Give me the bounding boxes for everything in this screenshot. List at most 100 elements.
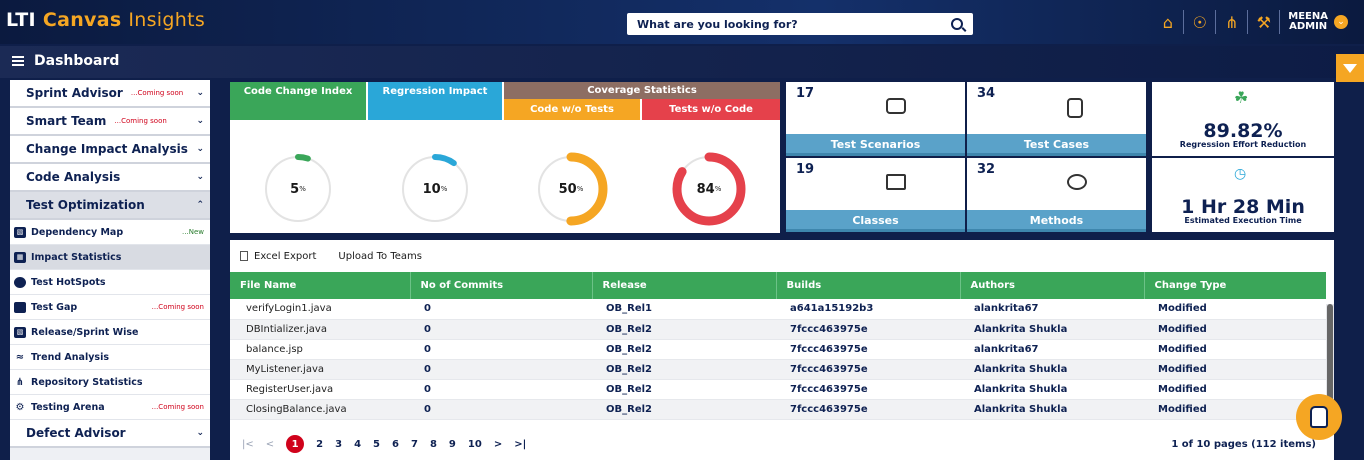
sidebar-item-label: Dependency Map <box>31 226 124 238</box>
page-button-current[interactable]: 1 <box>286 435 305 453</box>
home-icon[interactable]: ⌂ <box>1152 10 1185 34</box>
test-cases-tile[interactable]: 34 Test Cases <box>967 82 1146 156</box>
sidebar-section-change-impact-analysis[interactable]: Change Impact Analysis ⌄ <box>10 136 210 164</box>
table-row[interactable]: verifyLogin1.java 0 OB_Rel1 a641a15192b3… <box>230 299 1326 320</box>
test-scenarios-tile[interactable]: 17 Test Scenarios <box>786 82 965 156</box>
author-cell: Alankrita Shukla <box>960 359 1144 380</box>
gauge-value: 50% <box>558 181 584 197</box>
sidebar-item-impact-statistics[interactable]: ▦ Impact Statistics <box>10 245 210 270</box>
tile-count: 17 <box>796 86 815 101</box>
methods-tile[interactable]: 32 Methods <box>967 158 1146 232</box>
methods-icon <box>1067 174 1087 190</box>
sidebar-section-sprint-advisor[interactable]: Sprint Advisor ...Coming soon ⌄ <box>10 80 210 108</box>
search-input[interactable]: What are you looking for? <box>637 18 951 31</box>
search-icon[interactable] <box>951 18 963 30</box>
code-change-index-gauge[interactable]: 5% <box>243 134 353 244</box>
dashboard-icon[interactable]: ☉ <box>1184 10 1217 34</box>
scrollbar-thumb[interactable] <box>1327 304 1333 404</box>
classes-tile[interactable]: 19 Classes <box>786 158 965 232</box>
column-header[interactable]: No of Commits <box>410 272 593 299</box>
column-header[interactable]: Authors <box>960 272 1145 299</box>
column-header[interactable]: Release <box>592 272 777 299</box>
chevron-up-icon: ⌃ <box>196 200 204 210</box>
table-row[interactable]: ClosingBalance.java 0 OB_Rel2 7fccc46397… <box>230 399 1326 420</box>
upload-to-teams-button[interactable]: Upload To Teams <box>338 251 422 262</box>
page-title: Dashboard <box>34 53 120 69</box>
build-cell: 7fccc463975e <box>776 339 960 360</box>
next-page-button[interactable]: > <box>494 439 502 450</box>
page-button[interactable]: 5 <box>373 439 380 450</box>
table-row[interactable]: DBIntializer.java 0 OB_Rel2 7fccc463975e… <box>230 319 1326 340</box>
sidebar-item-label: Release/Sprint Wise <box>31 326 139 338</box>
code-wo-tests-gauge[interactable]: 50% <box>516 134 626 244</box>
hamburger-menu-icon[interactable] <box>12 56 24 66</box>
sidebar-item-label: Testing Arena <box>31 401 105 413</box>
table-row[interactable]: MyListener.java 0 OB_Rel2 7fccc463975e A… <box>230 359 1326 380</box>
filter-icon <box>1343 63 1357 73</box>
page-button[interactable]: 9 <box>449 439 456 450</box>
change-type-cell: Modified <box>1144 299 1326 320</box>
sidebar-section-defect-advisor[interactable]: Defect Advisor ⌄ <box>10 420 210 448</box>
sidebar-item-repository-statistics[interactable]: ⋔ Repository Statistics <box>10 370 210 395</box>
file-name-cell: verifyLogin1.java <box>230 299 410 320</box>
chevron-down-icon: ⌄ <box>196 144 204 154</box>
sidebar-item-release-sprint-wise[interactable]: ▧ Release/Sprint Wise <box>10 320 210 345</box>
sidebar-item-test-gap[interactable]: Test Gap ...Coming soon <box>10 295 210 320</box>
first-page-button[interactable]: |< <box>242 439 254 450</box>
release-cell: OB_Rel2 <box>592 339 776 360</box>
change-type-cell: Modified <box>1144 359 1326 380</box>
last-page-button[interactable]: >| <box>514 439 526 450</box>
tests-wo-code-gauge[interactable]: 84% <box>654 134 764 244</box>
kpi-value: 1 Hr 28 Min <box>1181 196 1305 218</box>
file-name-cell: balance.jsp <box>230 339 410 360</box>
table-header-row: File Name No of Commits Release Builds A… <box>230 272 1326 299</box>
coming-soon-tag: ...Coming soon <box>151 403 204 411</box>
repository-icon[interactable]: ⋔ <box>1216 10 1249 34</box>
execution-time-kpi: ◷ 1 Hr 28 Min Estimated Execution Time <box>1152 158 1334 232</box>
sidebar-section-test-optimization[interactable]: Test Optimization ⌃ <box>10 192 210 220</box>
sidebar-item-trend-analysis[interactable]: ≈ Trend Analysis <box>10 345 210 370</box>
tile-label: Classes <box>786 210 965 232</box>
column-header[interactable]: File Name <box>230 272 411 299</box>
sidebar-item-test-hotspots[interactable]: Test HotSpots <box>10 270 210 295</box>
commits-cell: 0 <box>410 339 592 360</box>
sidebar-section-code-analysis[interactable]: Code Analysis ⌄ <box>10 164 210 192</box>
filter-button[interactable] <box>1336 54 1364 82</box>
commits-cell: 0 <box>410 379 592 400</box>
page-button[interactable]: 8 <box>430 439 437 450</box>
page-button[interactable]: 7 <box>411 439 418 450</box>
user-role: ADMIN <box>1289 21 1328 32</box>
user-menu[interactable]: MEENA ADMIN <box>1288 12 1328 32</box>
change-type-cell: Modified <box>1144 379 1326 400</box>
page-button[interactable]: 4 <box>354 439 361 450</box>
chatbot-button[interactable] <box>1296 394 1342 440</box>
chevron-down-icon[interactable]: ⌄ <box>1334 15 1348 29</box>
kpi-panel: ☘ 89.82% Regression Effort Reduction ◷ 1… <box>1152 82 1334 234</box>
brand-logo[interactable]: LTI Canvas Insights <box>6 9 205 31</box>
regression-impact-gauge[interactable]: 10% <box>380 134 490 244</box>
page-button[interactable]: 10 <box>468 439 482 450</box>
page-button[interactable]: 6 <box>392 439 399 450</box>
sidebar-item-dependency-map[interactable]: ▧ Dependency Map ...New <box>10 220 210 245</box>
page-button[interactable]: 2 <box>316 439 323 450</box>
sidebar-section-smart-team[interactable]: Smart Team ...Coming soon ⌄ <box>10 108 210 136</box>
table-row[interactable]: balance.jsp 0 OB_Rel2 7fccc463975e alank… <box>230 339 1326 360</box>
brand-canvas: Canvas <box>42 9 122 31</box>
search-bar[interactable]: What are you looking for? <box>627 13 973 35</box>
table-row[interactable]: RegisterUser.java 0 OB_Rel2 7fccc463975e… <box>230 379 1326 400</box>
table-toolbar: Excel Export Upload To Teams <box>230 240 1334 272</box>
gauge-value: 10% <box>422 181 448 197</box>
excel-export-button[interactable]: Excel Export <box>240 251 316 262</box>
sidebar-section-label: Code Analysis <box>26 170 121 184</box>
header-actions: ⌂ ☉ ⋔ ⚒ MEENA ADMIN ⌄ <box>1152 10 1348 34</box>
chatbot-icon <box>1310 406 1328 428</box>
sidebar-item-testing-arena[interactable]: ⚙ Testing Arena ...Coming soon <box>10 395 210 420</box>
chevron-down-icon: ⌄ <box>196 172 204 182</box>
column-header[interactable]: Change Type <box>1144 272 1326 299</box>
prev-page-button[interactable]: < <box>266 439 274 450</box>
trend-icon: ≈ <box>15 351 25 363</box>
page-button[interactable]: 3 <box>335 439 342 450</box>
wrench-icon[interactable]: ⚒ <box>1248 10 1281 34</box>
scenario-icon <box>886 98 906 114</box>
column-header[interactable]: Builds <box>776 272 961 299</box>
